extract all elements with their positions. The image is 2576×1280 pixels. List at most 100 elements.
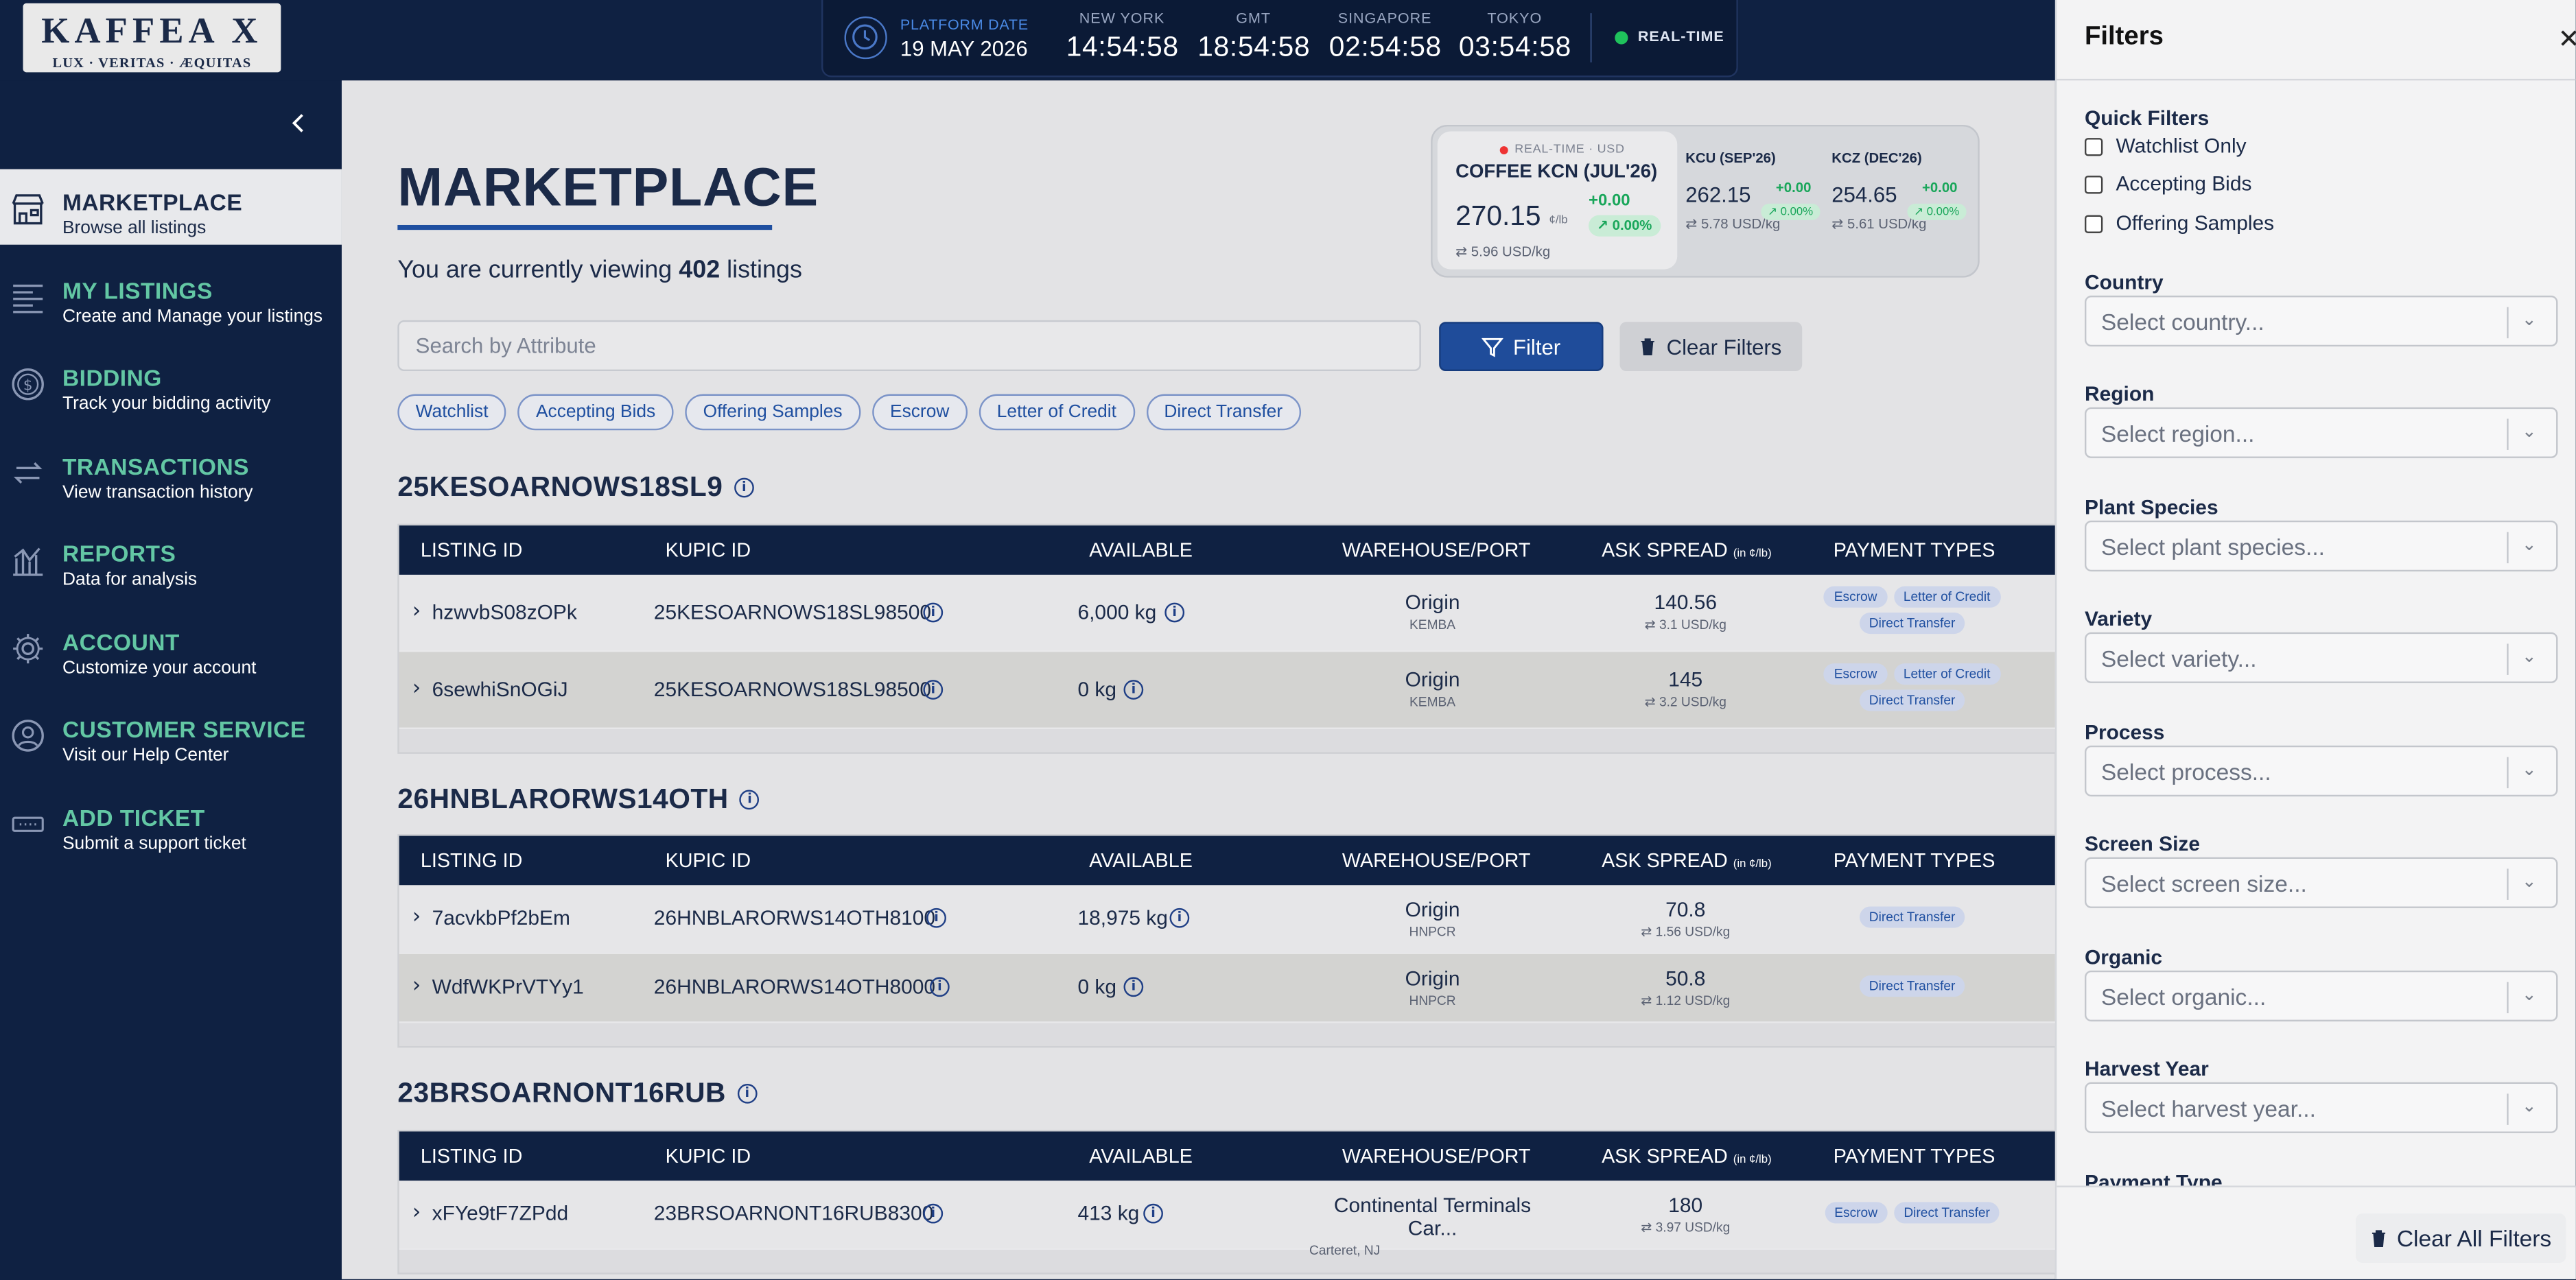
col-available: AVAILABLE: [1089, 1144, 1193, 1168]
expand-chevron-icon[interactable]: ›: [412, 1200, 421, 1225]
close-icon[interactable]: ✕: [2557, 23, 2575, 56]
quick-filters-label: Quick Filters: [2084, 106, 2210, 130]
col-ask-unit: (in ¢/lb): [1733, 1154, 1772, 1166]
listing-group-title: 25KESOARNOWS18SL9 i: [397, 471, 754, 504]
checkbox-box[interactable]: [2084, 137, 2103, 156]
chip-direct-transfer[interactable]: Direct Transfer: [1146, 394, 1301, 431]
chip-escrow[interactable]: Escrow: [871, 394, 968, 431]
expand-chevron-icon[interactable]: ›: [412, 676, 421, 701]
screen-size-select[interactable]: Select screen size... ⌄: [2084, 857, 2558, 908]
ticker-price: 262.15: [1685, 182, 1751, 207]
organic-label: Organic: [2084, 945, 2163, 969]
group-name: 26HNBLARORWS14OTH: [397, 783, 729, 815]
process-select[interactable]: Select process... ⌄: [2084, 745, 2558, 797]
plant-species-select[interactable]: Select plant species... ⌄: [2084, 520, 2558, 572]
checkbox-offering-samples[interactable]: Offering Samples: [2084, 212, 2274, 235]
chevron-down-icon: ⌄: [2521, 309, 2537, 331]
sidebar-item-reports[interactable]: REPORTS Data for analysis: [0, 521, 342, 596]
divider: [1590, 13, 1592, 62]
region-select[interactable]: Select region... ⌄: [2084, 407, 2558, 458]
search-input[interactable]: [397, 320, 1421, 372]
table-row[interactable]: › xFYe9tF7ZPdd 23BRSOARNONT16RUB8300 i 4…: [399, 1181, 2055, 1258]
payment-types: Escrow Direct Transfer: [1822, 1202, 2002, 1224]
info-icon[interactable]: i: [923, 602, 944, 623]
sidebar-item-customer-service[interactable]: CUSTOMER SERVICE Visit our Help Center: [0, 696, 342, 772]
table-header: LISTING ID KUPIC ID AVAILABLE WAREHOUSE/…: [399, 835, 2055, 886]
select-placeholder: Select region...: [2100, 420, 2255, 447]
chip-accepting-bids[interactable]: Accepting Bids: [517, 394, 674, 431]
filters-panel: Filters ✕ Quick Filters Watchlist Only A…: [2054, 0, 2576, 1279]
info-icon[interactable]: i: [926, 908, 946, 928]
info-icon[interactable]: i: [740, 790, 760, 810]
chip-watchlist[interactable]: Watchlist: [397, 394, 506, 431]
info-icon[interactable]: i: [923, 680, 944, 700]
sidebar-item-transactions[interactable]: TRANSACTIONS View transaction history: [0, 434, 342, 509]
select-placeholder: Select variety...: [2100, 645, 2257, 672]
clock-new-york: NEW YORK 14:54:58: [1066, 10, 1178, 64]
warehouse-name: Continental Terminals Car...: [1333, 1194, 1532, 1240]
sidebar-item-add-ticket[interactable]: ADD TICKET Submit a support ticket: [0, 785, 342, 860]
collapse-sidebar-chevron-left-icon[interactable]: [289, 112, 309, 135]
chevron-down-icon: ⌄: [2521, 870, 2537, 892]
clear-filters-button[interactable]: Clear Filters: [1619, 322, 1803, 372]
checkbox-watchlist-only[interactable]: Watchlist Only: [2084, 134, 2247, 158]
table-row[interactable]: › 7acvkbPf2bEm 26HNBLARORWS14OTH8100 i 1…: [399, 885, 2055, 954]
filters-body: Quick Filters Watchlist Only Accepting B…: [2057, 80, 2576, 1185]
warehouse: Origin KEMBA: [1309, 591, 1556, 632]
gear-icon: [10, 630, 46, 667]
clear-filters-label: Clear Filters: [1666, 334, 1782, 359]
chip-offering-samples[interactable]: Offering Samples: [685, 394, 860, 431]
sidebar-item-subtitle: View transaction history: [62, 482, 253, 503]
harvest-year-select[interactable]: Select harvest year... ⌄: [2084, 1082, 2558, 1133]
price-ticker[interactable]: REAL-TIME · USD COFFEE KCN (JUL'26) 270.…: [1431, 124, 1980, 278]
warehouse: Origin HNPCR: [1309, 967, 1556, 1008]
info-icon[interactable]: i: [737, 1084, 758, 1104]
chevron-down-icon: ⌄: [2521, 984, 2537, 1006]
city-time: 03:54:58: [1458, 31, 1572, 62]
country-select[interactable]: Select country... ⌄: [2084, 295, 2558, 347]
svg-text:$: $: [23, 377, 33, 394]
col-available: AVAILABLE: [1089, 849, 1193, 873]
info-icon[interactable]: i: [1123, 680, 1144, 700]
ask-spread: 50.8 ⇄ 1.12 USD/kg: [1612, 967, 1759, 1008]
logo-motto: LUX · VERITAS · ÆQUITAS: [52, 54, 252, 71]
info-icon[interactable]: i: [734, 477, 754, 498]
sidebar-item-subtitle: Submit a support ticket: [62, 834, 246, 854]
sidebar-item-bidding[interactable]: $ BIDDING Track your bidding activity: [0, 345, 342, 420]
filter-button[interactable]: Filter: [1439, 322, 1604, 372]
kupic-id: 25KESOARNOWS18SL98500: [653, 678, 932, 702]
info-icon[interactable]: i: [1169, 908, 1190, 928]
col-warehouse: WAREHOUSE/PORT: [1342, 538, 1531, 562]
organic-select[interactable]: Select organic... ⌄: [2084, 970, 2558, 1022]
kupic-id: 26HNBLARORWS14OTH8100: [653, 906, 936, 930]
table-row[interactable]: › hzwvbS08zOPk 25KESOARNOWS18SL98500 i 6…: [399, 574, 2055, 652]
expand-chevron-icon[interactable]: ›: [412, 905, 421, 929]
col-ask-spread-label: ASK SPREAD: [1602, 849, 1728, 873]
variety-select[interactable]: Select variety... ⌄: [2084, 632, 2558, 683]
sidebar-item-marketplace[interactable]: MARKETPLACE Browse all listings: [0, 169, 342, 245]
chart-icon: [10, 542, 46, 578]
checkbox-box[interactable]: [2084, 174, 2103, 193]
ask-spread: 70.8 ⇄ 1.56 USD/kg: [1612, 899, 1759, 940]
checkbox-box[interactable]: [2084, 214, 2103, 233]
table-row[interactable]: › 6sewhiSnOGiJ 25KESOARNOWS18SL98500 i 0…: [399, 652, 2055, 729]
info-icon[interactable]: i: [1164, 602, 1185, 623]
sidebar-item-account[interactable]: ACCOUNT Customize your account: [0, 609, 342, 685]
info-icon[interactable]: i: [930, 977, 950, 997]
info-icon[interactable]: i: [1143, 1203, 1163, 1224]
world-clock-bar: PLATFORM DATE 19 MAY 2026 NEW YORK 14:54…: [821, 0, 1738, 78]
clear-all-filters-button[interactable]: Clear All Filters: [2355, 1213, 2566, 1263]
table-footer: [399, 1250, 2055, 1273]
checkbox-accepting-bids[interactable]: Accepting Bids: [2084, 172, 2251, 195]
kupic-id: 23BRSOARNONT16RUB8300: [653, 1202, 934, 1225]
sidebar-item-my-listings[interactable]: MY LISTINGS Create and Manage your listi…: [0, 258, 342, 333]
chip-letter-of-credit[interactable]: Letter of Credit: [979, 394, 1135, 431]
expand-chevron-icon[interactable]: ›: [412, 600, 421, 624]
table-row[interactable]: › WdfWKPrVTYy1 26HNBLARORWS14OTH8000 i 0…: [399, 953, 2055, 1023]
ticker-main-contract: REAL-TIME · USD COFFEE KCN (JUL'26) 270.…: [1437, 131, 1678, 270]
info-icon[interactable]: i: [1123, 977, 1144, 997]
listing-group-title: 26HNBLARORWS14OTH i: [397, 783, 760, 816]
logo[interactable]: KAFFEA X LUX · VERITAS · ÆQUITAS: [23, 3, 281, 73]
expand-chevron-icon[interactable]: ›: [412, 974, 421, 999]
info-icon[interactable]: i: [923, 1203, 944, 1224]
